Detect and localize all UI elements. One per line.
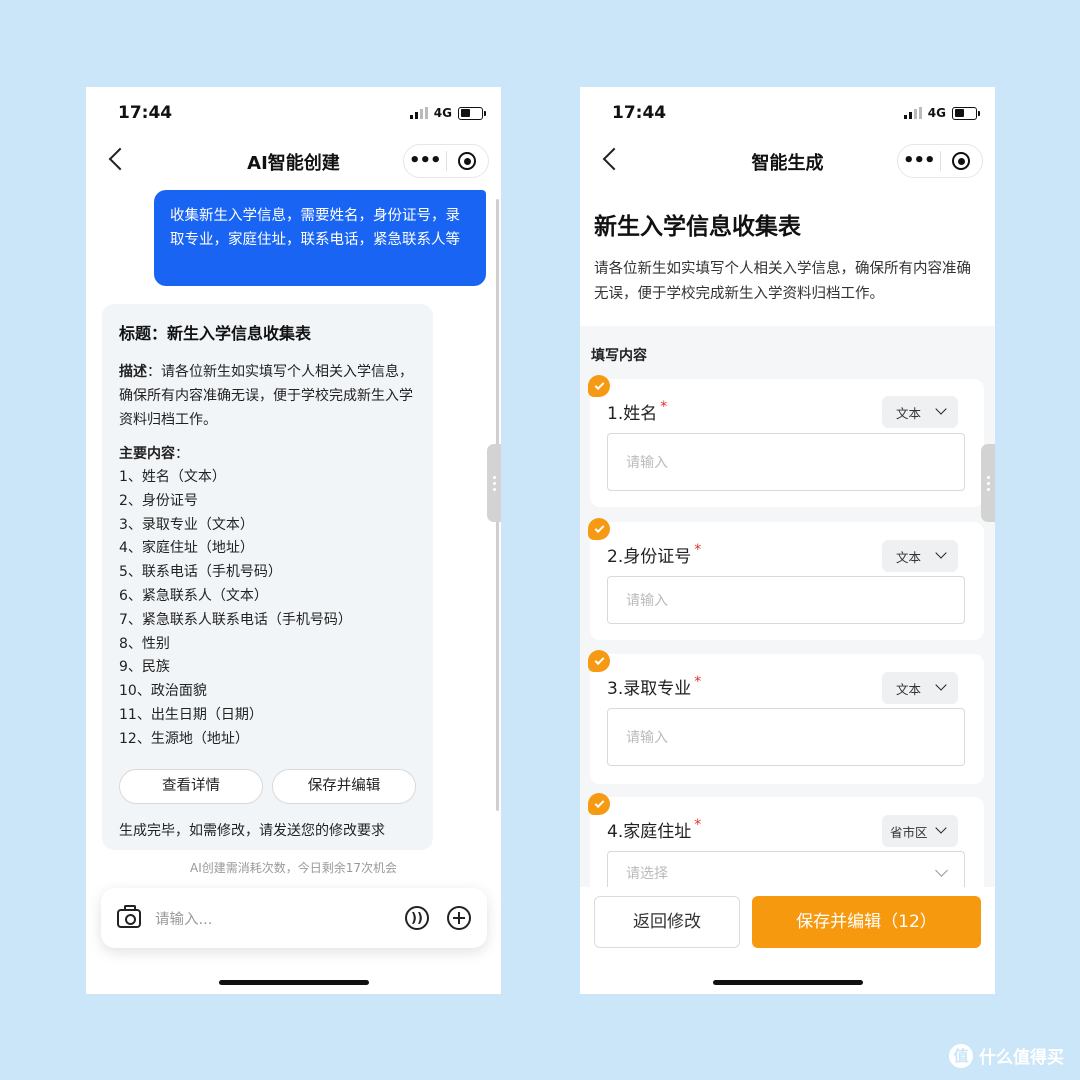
signal-icon bbox=[409, 107, 428, 119]
check-icon bbox=[588, 793, 610, 815]
list-item: 11、出生日期（日期） bbox=[119, 706, 263, 723]
form-header: 新生入学信息收集表 请各位新生如实填写个人相关入学信息，确保所有内容准确无误，便… bbox=[580, 181, 995, 326]
check-icon bbox=[588, 518, 610, 540]
phone-right-screen: 17:44 4G 智能生成 ••• 新生入学信息收集表 请各位新生如实填写个人相… bbox=[580, 87, 995, 994]
form-title: 新生入学信息收集表 bbox=[594, 214, 801, 240]
list-item: 6、紧急联系人（文本） bbox=[119, 587, 268, 604]
generation-complete-note: 生成完毕，如需修改，请发送您的修改要求 bbox=[119, 822, 385, 839]
field-type-select[interactable]: 文本 bbox=[882, 540, 958, 572]
list-item: 9、民族 bbox=[119, 659, 170, 676]
signal-icon bbox=[903, 107, 922, 119]
back-to-edit-button[interactable]: 返回修改 bbox=[594, 896, 740, 948]
form-field-card: 1.姓名 * 文本 请输入 bbox=[588, 375, 984, 507]
check-icon bbox=[588, 650, 610, 672]
list-item: 8、性别 bbox=[119, 635, 170, 652]
list-item: 4、家庭住址（地址） bbox=[119, 540, 254, 557]
chevron-down-icon bbox=[935, 547, 947, 559]
field-label: 1.姓名 * bbox=[607, 399, 668, 424]
chevron-down-icon bbox=[935, 403, 947, 415]
list-item: 1、姓名（文本） bbox=[119, 469, 226, 485]
side-drawer-handle[interactable] bbox=[487, 444, 501, 522]
list-item: 2、身份证号 bbox=[119, 492, 198, 509]
status-time: 17:44 bbox=[612, 103, 667, 123]
ai-response-card: 标题：新生入学信息收集表 描述：请各位新生如实填写个人相关入学信息，确保所有内容… bbox=[102, 304, 433, 850]
form-field-card: 3.录取专业 * 文本 请输入 bbox=[588, 650, 984, 784]
list-item: 7、紧急联系人联系电话（手机号码） bbox=[119, 611, 352, 628]
nav-bar: 智能生成 ••• bbox=[580, 139, 995, 183]
field-label: 2.身份证号 * bbox=[607, 542, 702, 567]
phone-left-screen: 17:44 4G AI智能创建 ••• 收集新生入学信息，需要姓名，身份证号，录… bbox=[86, 87, 501, 994]
status-bar: 17:44 4G bbox=[580, 87, 995, 139]
form-field-card: 2.身份证号 * 文本 请输入 bbox=[588, 518, 984, 640]
field-label: 3.录取专业 * bbox=[607, 674, 702, 699]
list-item: 12、生源地（地址） bbox=[119, 730, 249, 747]
user-message-bubble: 收集新生入学信息，需要姓名，身份证号，录取专业，家庭住址，联系电话，紧急联系人等 bbox=[154, 190, 486, 286]
network-label: 4G bbox=[433, 106, 452, 120]
text-input[interactable]: 请输入 bbox=[607, 433, 965, 491]
check-icon bbox=[588, 375, 610, 397]
list-item: 5、联系电话（手机号码） bbox=[119, 564, 282, 581]
miniprogram-capsule: ••• bbox=[897, 144, 983, 178]
chevron-down-icon bbox=[935, 864, 948, 877]
list-item: 3、录取专业（文本） bbox=[119, 516, 254, 533]
chat-composer: 请输入... )) bbox=[101, 888, 487, 948]
close-target-icon[interactable] bbox=[940, 152, 982, 170]
more-icon[interactable]: ••• bbox=[898, 146, 940, 176]
network-label: 4G bbox=[927, 106, 946, 120]
close-target-icon[interactable] bbox=[446, 152, 488, 170]
section-label: 填写内容 bbox=[591, 348, 647, 364]
field-type-select[interactable]: 文本 bbox=[882, 672, 958, 704]
field-type-select[interactable]: 文本 bbox=[882, 396, 958, 428]
miniprogram-capsule: ••• bbox=[403, 144, 489, 178]
ai-card-title: 标题：新生入学信息收集表 bbox=[119, 324, 312, 343]
plus-icon[interactable] bbox=[447, 906, 471, 930]
camera-icon[interactable] bbox=[117, 904, 141, 928]
watermark-logo: 值 bbox=[949, 1043, 973, 1068]
ai-card-list-heading: 主要内容： bbox=[119, 446, 189, 462]
bottom-action-bar: 返回修改 保存并编辑（12） bbox=[580, 887, 995, 994]
save-and-edit-button[interactable]: 保存并编辑 bbox=[272, 768, 416, 804]
view-details-button[interactable]: 查看详情 bbox=[119, 768, 263, 804]
watermark: 值 什么值得买 bbox=[949, 1043, 1064, 1068]
text-input[interactable]: 请输入 bbox=[607, 708, 965, 766]
save-and-edit-button[interactable]: 保存并编辑（12） bbox=[752, 896, 981, 948]
home-indicator bbox=[219, 980, 369, 985]
voice-icon[interactable]: )) bbox=[405, 906, 429, 930]
chevron-down-icon bbox=[935, 822, 947, 834]
status-time: 17:44 bbox=[118, 103, 173, 123]
list-item: 10、政治面貌 bbox=[119, 683, 207, 700]
field-type-select[interactable]: 省市区 bbox=[882, 815, 958, 847]
more-icon[interactable]: ••• bbox=[404, 146, 446, 176]
battery-icon bbox=[458, 106, 486, 120]
battery-icon bbox=[952, 106, 980, 120]
chevron-down-icon bbox=[935, 679, 947, 691]
chat-input[interactable]: 请输入... bbox=[155, 908, 387, 929]
text-input[interactable]: 请输入 bbox=[607, 576, 965, 624]
home-indicator bbox=[713, 980, 863, 985]
form-description: 请各位新生如实填写个人相关入学信息，确保所有内容准确无误，便于学校完成新生入学资… bbox=[594, 261, 971, 302]
status-bar: 17:44 4G bbox=[86, 87, 501, 139]
quota-note: AI创建需消耗次数，今日剩余17次机会 bbox=[189, 861, 398, 875]
watermark-text: 什么值得买 bbox=[979, 1048, 1064, 1068]
form-field-card: 4.家庭住址 * 省市区 请选择 bbox=[588, 793, 984, 897]
field-label: 4.家庭住址 * bbox=[607, 817, 702, 842]
side-drawer-handle[interactable] bbox=[981, 444, 995, 522]
ai-card-description: 描述：请各位新生如实填写个人相关入学信息，确保所有内容准确无误，便于学校完成新生… bbox=[119, 364, 413, 428]
nav-bar: AI智能创建 ••• bbox=[86, 141, 501, 181]
